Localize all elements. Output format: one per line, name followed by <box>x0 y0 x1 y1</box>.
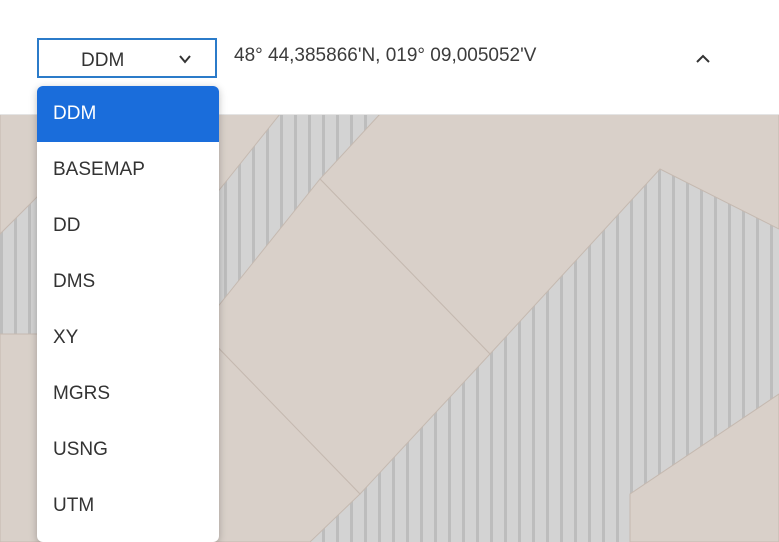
dropdown-option-utm[interactable]: UTM <box>37 478 219 534</box>
dropdown-option-basemap[interactable]: BASEMAP <box>37 142 219 198</box>
dropdown-option-xy[interactable]: XY <box>37 310 219 366</box>
dropdown-option-ddm[interactable]: DDM <box>37 86 219 142</box>
dropdown-option-dms[interactable]: DMS <box>37 254 219 310</box>
format-dropdown-list: DDM BASEMAP DD DMS XY MGRS USNG UTM <box>37 86 219 542</box>
chevron-down-icon <box>179 55 191 64</box>
dropdown-option-dd[interactable]: DD <box>37 198 219 254</box>
dropdown-option-usng[interactable]: USNG <box>37 422 219 478</box>
collapse-button[interactable] <box>690 46 716 72</box>
chevron-up-icon <box>696 54 710 63</box>
dropdown-option-mgrs[interactable]: MGRS <box>37 366 219 422</box>
format-select[interactable]: DDM <box>37 38 217 78</box>
coordinate-readout: 48° 44,385866'N, 019° 09,005052'V <box>234 45 537 66</box>
format-select-value: DDM <box>81 50 125 71</box>
